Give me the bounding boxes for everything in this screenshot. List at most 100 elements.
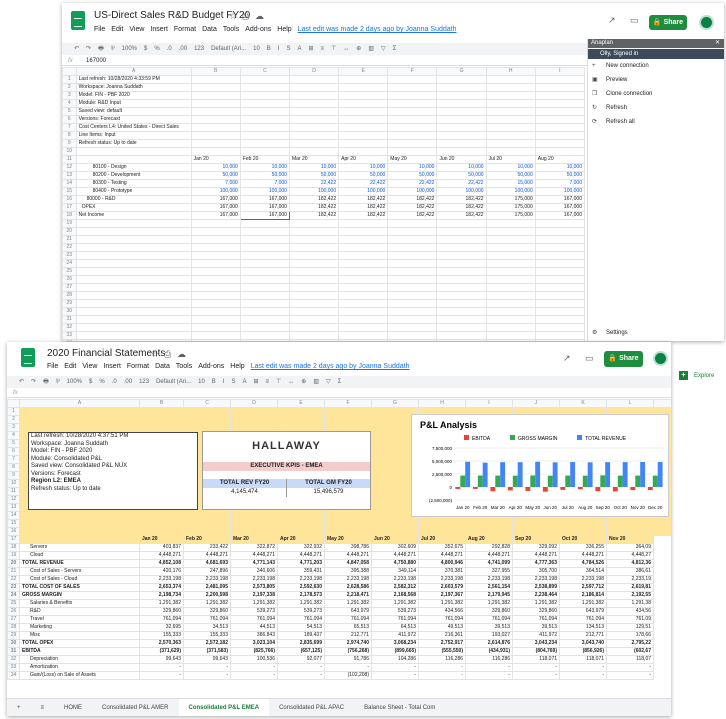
- row-header[interactable]: 33: [7, 663, 20, 672]
- cell[interactable]: 91,786: [324, 655, 372, 664]
- toolbar-button[interactable]: %: [154, 46, 159, 52]
- row-header[interactable]: 21: [7, 567, 20, 576]
- cell[interactable]: [387, 123, 438, 132]
- row-header[interactable]: 30: [62, 307, 77, 316]
- toolbar-button[interactable]: 123: [194, 46, 204, 52]
- cell[interactable]: (899,665): [371, 647, 419, 656]
- cell[interactable]: 1,291,382: [277, 599, 325, 608]
- column-header[interactable]: F: [324, 399, 372, 408]
- toolbar-button[interactable]: .00: [179, 46, 187, 52]
- cell[interactable]: [75, 235, 192, 244]
- cell[interactable]: [75, 155, 192, 164]
- cell[interactable]: 4,448,271: [371, 551, 419, 560]
- sheet-tab[interactable]: HOME: [54, 699, 92, 716]
- cell[interactable]: 50,000: [534, 171, 586, 180]
- cell[interactable]: [183, 519, 231, 528]
- cell[interactable]: 329,860: [183, 607, 231, 616]
- cell[interactable]: 2,198,734: [139, 591, 184, 600]
- cell[interactable]: [338, 299, 389, 308]
- cell[interactable]: [19, 407, 140, 416]
- cell[interactable]: [288, 147, 340, 156]
- cell[interactable]: 2,233,198: [512, 575, 560, 584]
- cell[interactable]: 64,513: [371, 623, 419, 632]
- cell[interactable]: [183, 527, 231, 536]
- cell[interactable]: -: [559, 663, 607, 672]
- cell[interactable]: [288, 283, 340, 292]
- cell[interactable]: 2,186,814: [559, 591, 607, 600]
- sidebar-item-refresh[interactable]: ↻ Refresh: [588, 101, 724, 115]
- share-button[interactable]: 🔒 Share: [649, 15, 687, 30]
- cell[interactable]: [436, 123, 487, 132]
- cell[interactable]: [418, 527, 466, 536]
- cell[interactable]: Aug 20: [534, 155, 586, 164]
- cell[interactable]: -: [606, 671, 654, 680]
- cell[interactable]: Cloud: [19, 551, 140, 560]
- menu-item[interactable]: Data: [155, 363, 170, 370]
- cell[interactable]: 2,582,312: [371, 583, 419, 592]
- cell[interactable]: [387, 235, 438, 244]
- cell[interactable]: [387, 251, 438, 260]
- cell[interactable]: [239, 251, 290, 260]
- cell[interactable]: [75, 219, 192, 228]
- cell[interactable]: 7,000: [239, 179, 290, 188]
- row-header[interactable]: 22: [7, 575, 20, 584]
- cell[interactable]: [239, 339, 290, 341]
- cell[interactable]: [288, 259, 340, 268]
- cell[interactable]: [190, 243, 241, 252]
- month-header[interactable]: Apr 20: [277, 535, 325, 544]
- menu-item[interactable]: Help: [277, 26, 291, 33]
- cell[interactable]: Misc: [19, 631, 140, 640]
- cell[interactable]: 22,422: [387, 179, 438, 188]
- cell[interactable]: 50,000: [239, 171, 290, 180]
- cell[interactable]: [230, 511, 278, 520]
- cell[interactable]: 50,000: [190, 171, 241, 180]
- cell[interactable]: [371, 519, 419, 528]
- cell[interactable]: [288, 91, 340, 100]
- cell[interactable]: -: [371, 671, 419, 680]
- cell[interactable]: [338, 123, 389, 132]
- toolbar-button[interactable]: ↷: [86, 46, 91, 52]
- cell[interactable]: [534, 139, 586, 148]
- cell[interactable]: 3,043,740: [559, 639, 607, 648]
- month-header[interactable]: Aug 20: [465, 535, 513, 544]
- cell[interactable]: [190, 219, 241, 228]
- cell[interactable]: [190, 83, 241, 92]
- cell[interactable]: [239, 323, 290, 332]
- cell[interactable]: 22,422: [338, 179, 389, 188]
- cell[interactable]: Jun 20: [436, 155, 487, 164]
- cell[interactable]: 761,094: [230, 615, 278, 624]
- cell[interactable]: [75, 315, 192, 324]
- toolbar-button[interactable]: ⊤: [276, 379, 281, 385]
- cell[interactable]: 100,000: [534, 187, 586, 196]
- explore-button[interactable]: + Explore: [679, 371, 714, 380]
- cell[interactable]: 2,597,712: [559, 583, 607, 592]
- cell[interactable]: 4,448,271: [418, 551, 466, 560]
- cell[interactable]: [190, 235, 241, 244]
- cell[interactable]: 4,777,363: [512, 559, 560, 568]
- row-header[interactable]: 15: [62, 187, 77, 196]
- cell[interactable]: 3,043,234: [512, 639, 560, 648]
- add-sheet-button[interactable]: +: [7, 699, 31, 716]
- cell[interactable]: 2,233,198: [277, 575, 325, 584]
- cell[interactable]: (434,931): [465, 647, 513, 656]
- cell[interactable]: [183, 415, 231, 424]
- cell[interactable]: [485, 123, 536, 132]
- cell[interactable]: -: [277, 671, 325, 680]
- cell[interactable]: 65,513: [324, 623, 372, 632]
- cell[interactable]: [485, 307, 536, 316]
- cell[interactable]: [288, 331, 340, 340]
- cell[interactable]: [230, 407, 278, 416]
- cell[interactable]: [183, 407, 231, 416]
- cell[interactable]: [75, 291, 192, 300]
- cell[interactable]: 92,077: [277, 655, 325, 664]
- cell[interactable]: [387, 147, 438, 156]
- cell[interactable]: [75, 299, 192, 308]
- toolbar-button[interactable]: ▽: [326, 379, 331, 385]
- cell[interactable]: [559, 527, 607, 536]
- toolbar-button[interactable]: ≡: [321, 46, 325, 52]
- cell[interactable]: 167,000: [239, 211, 290, 220]
- cell[interactable]: 118,07: [606, 655, 654, 664]
- cell[interactable]: 10,000: [387, 163, 438, 172]
- cell[interactable]: [485, 219, 536, 228]
- cell[interactable]: 167,000: [534, 195, 586, 204]
